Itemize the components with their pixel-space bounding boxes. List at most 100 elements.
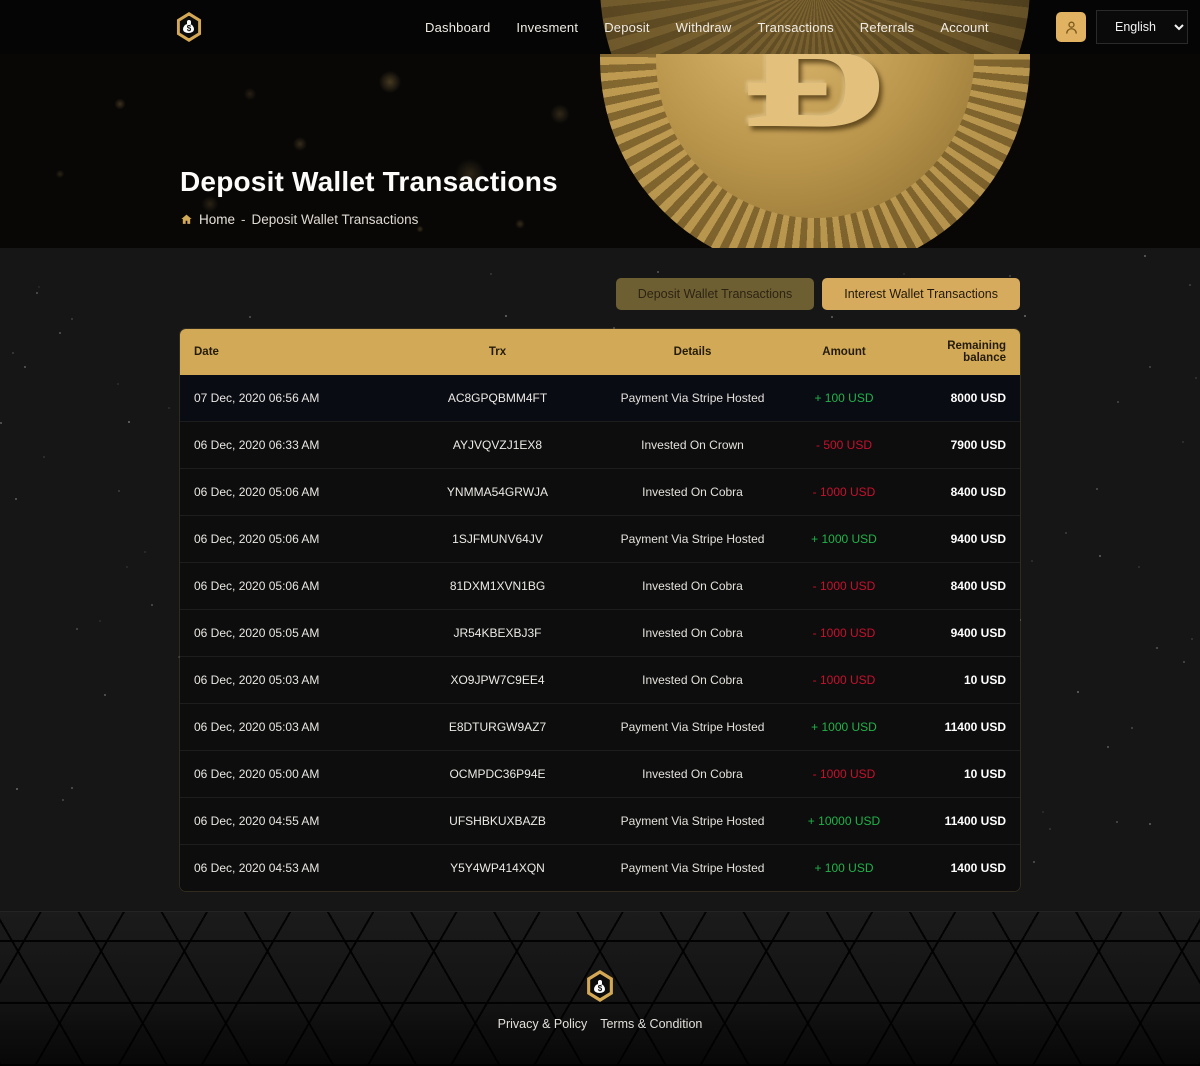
transaction-trx-id: XO9JPW7C9EE4: [395, 656, 600, 704]
nav-item-withdraw[interactable]: Withdraw: [676, 20, 732, 35]
home-icon: [181, 214, 192, 224]
transaction-date: 06 Dec, 2020 05:06 AM: [180, 468, 395, 516]
transaction-details: Invested On Cobra: [600, 468, 785, 516]
transaction-remaining-balance: 10 USD: [903, 656, 1020, 704]
column-header-amount: Amount: [785, 329, 903, 375]
column-header-remaining-balance: Remaining balance: [903, 329, 1020, 375]
transaction-details: Invested On Cobra: [600, 656, 785, 704]
site-footer: $ Privacy & Policy Terms & Condition: [0, 911, 1200, 1066]
transaction-date: 07 Dec, 2020 06:56 AM: [180, 375, 395, 422]
transaction-remaining-balance: 10 USD: [903, 750, 1020, 798]
table-row[interactable]: 06 Dec, 2020 05:03 AM XO9JPW7C9EE4 Investe…: [180, 656, 1020, 704]
money-bag-icon: $: [593, 979, 606, 993]
transaction-amount: - 1000 USD: [785, 562, 903, 610]
transaction-date: 06 Dec, 2020 05:03 AM: [180, 656, 395, 704]
breadcrumb-separator: -: [241, 212, 246, 227]
transactions-table-card: Date Trx Details Amount Remaining balanc…: [180, 329, 1020, 891]
transaction-amount: - 1000 USD: [785, 750, 903, 798]
money-bag-hex-logo-icon: $: [587, 970, 613, 1002]
table-row[interactable]: 06 Dec, 2020 05:05 AM JR54KBEXBJ3F Investe…: [180, 609, 1020, 657]
transaction-date: 06 Dec, 2020 05:06 AM: [180, 515, 395, 563]
breadcrumb: Home - Deposit Wallet Transactions: [180, 212, 1200, 227]
nav-item-dashboard[interactable]: Dashboard: [425, 20, 490, 35]
column-header-details: Details: [600, 329, 785, 375]
transaction-amount: + 1000 USD: [785, 515, 903, 563]
transaction-trx-id: E8DTURGW9AZ7: [395, 703, 600, 751]
transaction-trx-id: 81DXM1XVN1BG: [395, 562, 600, 610]
transactions-table: Date Trx Details Amount Remaining balanc…: [180, 329, 1020, 891]
footer-logo[interactable]: $: [585, 970, 615, 1002]
transaction-date: 06 Dec, 2020 05:06 AM: [180, 562, 395, 610]
transaction-amount: + 100 USD: [785, 375, 903, 422]
table-row[interactable]: 06 Dec, 2020 05:00 AM OCMPDC36P94E Investe…: [180, 750, 1020, 798]
transaction-details: Payment Via Stripe Hosted: [600, 797, 785, 845]
nav-item-transactions[interactable]: Transactions: [757, 20, 833, 35]
transaction-remaining-balance: 11400 USD: [903, 797, 1020, 845]
main-content: Deposit Wallet Transactions Interest Wal…: [0, 248, 1200, 911]
transaction-remaining-balance: 9400 USD: [903, 515, 1020, 563]
transaction-remaining-balance: 9400 USD: [903, 609, 1020, 657]
transaction-remaining-balance: 8000 USD: [903, 375, 1020, 422]
table-row[interactable]: 06 Dec, 2020 05:03 AM E8DTURGW9AZ7 Payment…: [180, 703, 1020, 751]
nav-item-referrals[interactable]: Referrals: [860, 20, 915, 35]
breadcrumb-home[interactable]: Home: [199, 212, 235, 227]
table-row[interactable]: 06 Dec, 2020 04:55 AM UFSHBKUXBAZB Payment…: [180, 797, 1020, 845]
column-header-date: Date: [180, 329, 395, 375]
transaction-amount: + 10000 USD: [785, 797, 903, 845]
transaction-amount: - 1000 USD: [785, 609, 903, 657]
money-bag-icon: $: [182, 20, 195, 34]
transaction-trx-id: 1SJFMUNV64JV: [395, 515, 600, 563]
transaction-date: 06 Dec, 2020 04:55 AM: [180, 797, 395, 845]
tab-deposit-wallet-transactions[interactable]: Deposit Wallet Transactions: [615, 278, 815, 310]
nav-item-deposit[interactable]: Deposit: [604, 20, 649, 35]
transaction-trx-id: AYJVQVZJ1EX8: [395, 421, 600, 469]
table-row[interactable]: 06 Dec, 2020 06:33 AM AYJVQVZJ1EX8 Investe…: [180, 421, 1020, 469]
footer-link-terms-condition[interactable]: Terms & Condition: [600, 1017, 702, 1031]
table-row[interactable]: 06 Dec, 2020 05:06 AM 81DXM1XVN1BG Investe…: [180, 562, 1020, 610]
tab-interest-wallet-transactions[interactable]: Interest Wallet Transactions: [822, 278, 1020, 310]
transaction-details: Invested On Cobra: [600, 750, 785, 798]
transaction-details: Payment Via Stripe Hosted: [600, 375, 785, 422]
transaction-details: Payment Via Stripe Hosted: [600, 515, 785, 563]
transaction-details: Payment Via Stripe Hosted: [600, 703, 785, 751]
transaction-remaining-balance: 7900 USD: [903, 421, 1020, 469]
table-body: 07 Dec, 2020 06:56 AM AC8GPQBMM4FT Payment…: [180, 375, 1020, 891]
user-account-button[interactable]: [1056, 12, 1086, 42]
transaction-date: 06 Dec, 2020 05:03 AM: [180, 703, 395, 751]
page-hero: Ƀ Deposit Wallet Transactions Home - Dep…: [0, 54, 1200, 248]
table-row[interactable]: 06 Dec, 2020 05:06 AM 1SJFMUNV64JV Payment…: [180, 515, 1020, 563]
footer-link-privacy-policy[interactable]: Privacy & Policy: [498, 1017, 588, 1031]
footer-links: Privacy & Policy Terms & Condition: [498, 1017, 703, 1031]
table-row[interactable]: 06 Dec, 2020 05:06 AM YNMMA54GRWJA Investe…: [180, 468, 1020, 516]
transaction-date: 06 Dec, 2020 06:33 AM: [180, 421, 395, 469]
language-select[interactable]: English: [1096, 10, 1188, 44]
transaction-amount: - 1000 USD: [785, 468, 903, 516]
transaction-date: 06 Dec, 2020 05:00 AM: [180, 750, 395, 798]
transaction-details: Invested On Cobra: [600, 562, 785, 610]
transaction-details: Invested On Crown: [600, 421, 785, 469]
transaction-amount: + 1000 USD: [785, 703, 903, 751]
table-row[interactable]: 06 Dec, 2020 04:53 AM Y5Y4WP414XQN Payment…: [180, 844, 1020, 891]
transaction-remaining-balance: 8400 USD: [903, 562, 1020, 610]
user-icon: [1065, 21, 1077, 34]
transaction-remaining-balance: 1400 USD: [903, 844, 1020, 891]
transaction-remaining-balance: 8400 USD: [903, 468, 1020, 516]
transaction-amount: - 1000 USD: [785, 656, 903, 704]
table-row[interactable]: 07 Dec, 2020 06:56 AM AC8GPQBMM4FT Payment…: [180, 375, 1020, 422]
transaction-amount: + 100 USD: [785, 844, 903, 891]
transaction-details: Payment Via Stripe Hosted: [600, 844, 785, 891]
transaction-details: Invested On Cobra: [600, 609, 785, 657]
table-header-row: Date Trx Details Amount Remaining balanc…: [180, 329, 1020, 375]
header-actions: English: [1056, 10, 1188, 44]
transaction-date: 06 Dec, 2020 05:05 AM: [180, 609, 395, 657]
nav-item-invesment[interactable]: Invesment: [516, 20, 578, 35]
site-logo[interactable]: $: [175, 12, 203, 42]
primary-navigation: Dashboard Invesment Deposit Withdraw Tra…: [425, 20, 989, 35]
transaction-trx-id: YNMMA54GRWJA: [395, 468, 600, 516]
transaction-trx-id: JR54KBEXBJ3F: [395, 609, 600, 657]
table-head: Date Trx Details Amount Remaining balanc…: [180, 329, 1020, 375]
site-header: $ Dashboard Invesment Deposit Withdraw T…: [0, 0, 1200, 54]
page-title: Deposit Wallet Transactions: [180, 166, 558, 197]
nav-item-account[interactable]: Account: [940, 20, 988, 35]
transaction-trx-id: Y5Y4WP414XQN: [395, 844, 600, 891]
